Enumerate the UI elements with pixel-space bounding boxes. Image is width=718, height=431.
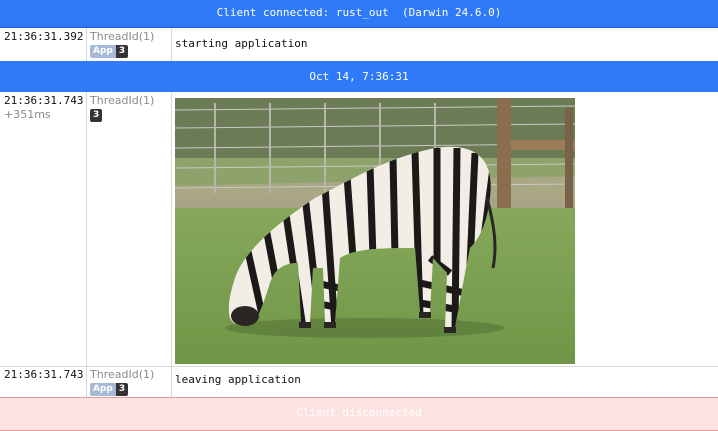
log-row[interactable]: 21:36:31.743 +351ms ThreadId(1) 3 xyxy=(0,92,718,367)
client-connected-text: Client connected: rust_out (Darwin 24.6.… xyxy=(216,6,502,19)
zebra-grazing-photo[interactable] xyxy=(175,98,575,364)
timestamp: 21:36:31.392 xyxy=(4,30,84,43)
message-cell: starting application xyxy=(172,28,718,61)
timestamp: 21:36:31.743 xyxy=(4,368,84,381)
timestamp-cell: 21:36:31.392 xyxy=(0,28,87,61)
thread-cell: ThreadId(1) App 3 xyxy=(87,366,172,397)
app-badge: App xyxy=(90,45,116,58)
badge-group: App 3 xyxy=(90,383,171,396)
timestamp-cell: 21:36:31.743 xyxy=(0,366,87,397)
time-delta: +351ms xyxy=(4,108,51,121)
thread-id: ThreadId(1) xyxy=(90,30,155,43)
badge-group: 3 xyxy=(90,109,171,122)
log-message: leaving application xyxy=(175,373,301,386)
date-separator-text: Oct 14, 7:36:31 xyxy=(309,70,409,83)
app-badge: App xyxy=(90,383,116,396)
message-cell xyxy=(172,92,718,366)
thread-cell: ThreadId(1) App 3 xyxy=(87,28,172,61)
client-disconnected-banner: Client disconnected xyxy=(0,397,718,431)
timestamp: 21:36:31.743 xyxy=(4,94,84,107)
log-message: starting application xyxy=(175,37,308,50)
thread-id: ThreadId(1) xyxy=(90,94,155,107)
timestamp-cell: 21:36:31.743 +351ms xyxy=(0,92,87,366)
badge-group: App 3 xyxy=(90,45,171,58)
level-badge: 3 xyxy=(115,45,129,58)
level-badge: 3 xyxy=(90,109,103,122)
level-badge: 3 xyxy=(115,383,129,396)
date-separator: Oct 14, 7:36:31 xyxy=(0,61,718,92)
log-row[interactable]: 21:36:31.743 ThreadId(1) App 3 leaving ap… xyxy=(0,366,718,398)
client-connected-banner: Client connected: rust_out (Darwin 24.6.… xyxy=(0,0,718,28)
message-cell: leaving application xyxy=(172,366,718,397)
log-row[interactable]: 21:36:31.392 ThreadId(1) App 3 starting a… xyxy=(0,28,718,62)
client-disconnected-text: Client disconnected xyxy=(296,406,422,419)
thread-id: ThreadId(1) xyxy=(90,368,155,381)
thread-cell: ThreadId(1) 3 xyxy=(87,92,172,366)
